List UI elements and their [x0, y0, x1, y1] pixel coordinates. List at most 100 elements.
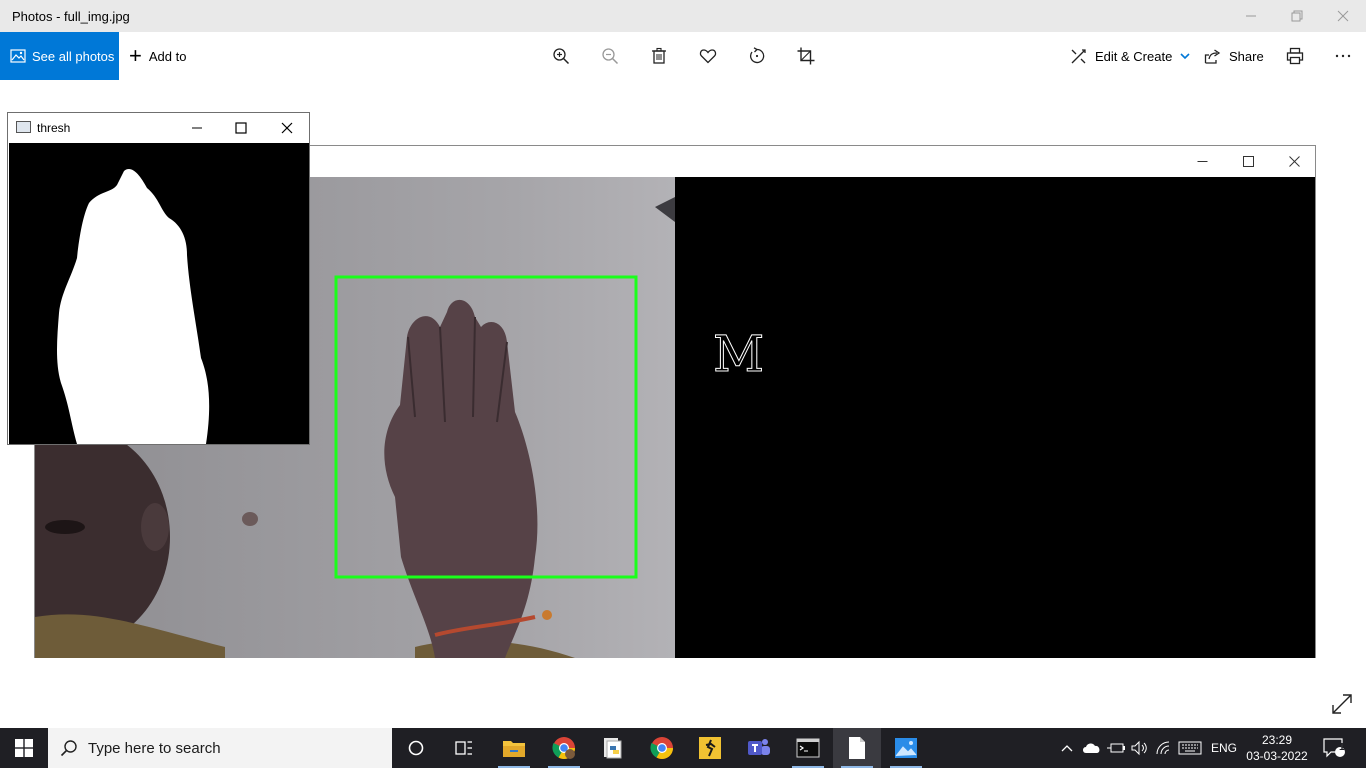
windows-logo-icon	[15, 739, 33, 757]
search-placeholder: Type here to search	[88, 739, 221, 757]
rotate-icon	[749, 47, 765, 64]
task-view-icon	[455, 741, 472, 755]
folder-icon	[503, 741, 525, 757]
taskbar-file-explorer[interactable]	[490, 728, 538, 768]
window-app-icon	[16, 121, 31, 133]
taskbar-terminal[interactable]	[784, 728, 832, 768]
restore-button[interactable]	[1274, 0, 1320, 32]
favorite-button[interactable]	[695, 43, 721, 69]
wifi-icon	[1156, 741, 1170, 755]
task-view-button[interactable]	[440, 728, 488, 768]
taskbar-photos[interactable]	[882, 728, 930, 768]
terminal-icon	[796, 738, 820, 758]
threshold-mask	[57, 168, 210, 444]
full-screen-button[interactable]	[1330, 692, 1354, 716]
minimize-icon	[1197, 161, 1207, 162]
more-options-button[interactable]	[1330, 43, 1356, 69]
minimize-button[interactable]	[1228, 0, 1274, 32]
taskbar-chrome[interactable]	[638, 728, 686, 768]
zoom-out-button[interactable]	[597, 43, 623, 69]
prediction-panel: M	[675, 177, 1315, 658]
image-window-close	[1271, 146, 1317, 177]
add-to-button[interactable]: + Add to	[129, 32, 186, 80]
onedrive-tray[interactable]	[1080, 728, 1104, 768]
taskbar: Type here to search ENG 23:29 03-03-2022…	[0, 728, 1366, 768]
crop-button[interactable]	[793, 43, 819, 69]
close-button[interactable]	[1320, 0, 1366, 32]
crop-icon	[797, 47, 815, 65]
edit-create-icon	[1071, 48, 1086, 63]
restore-icon	[1291, 10, 1303, 22]
volume-tray[interactable]	[1128, 728, 1152, 768]
notification-badge: 1	[1339, 742, 1345, 753]
thresh-close-button[interactable]	[272, 116, 302, 140]
chevron-up-icon	[1061, 745, 1073, 752]
system-clock[interactable]: 23:29 03-03-2022	[1242, 732, 1312, 764]
start-button[interactable]	[0, 728, 48, 768]
image-window-maximize	[1225, 146, 1271, 177]
more-icon	[1335, 54, 1351, 58]
edit-create-button[interactable]: Edit & Create	[1070, 32, 1190, 80]
taskbar-teams[interactable]	[735, 728, 783, 768]
chrome-icon	[552, 737, 575, 759]
close-icon	[1337, 10, 1349, 22]
see-all-photos-label: See all photos	[32, 48, 115, 64]
thresh-titlebar[interactable]: thresh	[8, 113, 309, 143]
minimize-icon	[192, 127, 202, 129]
cortana-icon	[408, 740, 424, 756]
title-bar: Photos - full_img.jpg	[0, 0, 1366, 32]
speaker-icon	[1131, 740, 1147, 756]
battery-plug-icon	[1107, 743, 1125, 753]
taskbar-chrome-profile[interactable]	[540, 728, 588, 768]
maximize-icon	[1242, 156, 1254, 167]
zoom-in-button[interactable]	[548, 43, 574, 69]
zoom-in-icon	[553, 48, 570, 65]
touch-keyboard-tray[interactable]	[1176, 728, 1204, 768]
thresh-window[interactable]: thresh	[7, 112, 310, 445]
edit-create-label: Edit & Create	[1095, 48, 1173, 64]
printer-icon	[1286, 47, 1304, 65]
search-icon	[60, 740, 77, 757]
share-icon	[1204, 48, 1221, 64]
input-language[interactable]: ENG	[1206, 728, 1242, 768]
trash-icon	[652, 47, 666, 64]
document-icon	[849, 737, 865, 759]
chrome-icon	[650, 737, 673, 759]
photos-toolbar: See all photos + Add to Edit & Create Sh…	[0, 32, 1366, 80]
heart-icon	[699, 49, 717, 64]
taskbar-app-runner[interactable]	[686, 728, 734, 768]
taskbar-search-box[interactable]: Type here to search	[48, 728, 392, 768]
runner-app-icon	[699, 737, 721, 759]
expand-icon	[1332, 694, 1352, 714]
rotate-button[interactable]	[744, 43, 770, 69]
python-icon	[604, 738, 622, 759]
share-button[interactable]: Share	[1204, 32, 1264, 80]
battery-tray[interactable]	[1104, 728, 1128, 768]
print-button[interactable]	[1282, 43, 1308, 69]
thresh-image	[9, 143, 309, 444]
see-all-photos-button[interactable]: See all photos	[0, 32, 119, 80]
thresh-maximize-button[interactable]	[226, 116, 256, 140]
minimize-icon	[1246, 15, 1256, 17]
language-label: ENG	[1210, 741, 1237, 755]
thresh-minimize-button[interactable]	[182, 116, 212, 140]
close-icon	[281, 122, 293, 134]
network-tray[interactable]	[1152, 728, 1176, 768]
taskbar-notepad[interactable]	[833, 728, 881, 768]
clock-time: 23:29	[1261, 733, 1293, 747]
action-center-button[interactable]: 1	[1316, 728, 1352, 768]
teams-icon	[748, 739, 770, 755]
thresh-title: thresh	[37, 121, 71, 135]
keyboard-icon	[1178, 741, 1202, 755]
taskbar-python[interactable]	[589, 728, 637, 768]
delete-button[interactable]	[646, 43, 672, 69]
show-hidden-icons-button[interactable]	[1056, 728, 1078, 768]
add-to-label: Add to	[148, 48, 187, 64]
photos-icon	[895, 738, 917, 758]
cortana-button[interactable]	[392, 728, 440, 768]
image-window-minimize	[1179, 146, 1225, 177]
predicted-letter: M	[712, 325, 766, 384]
cloud-icon	[1083, 743, 1100, 753]
plus-icon: +	[129, 43, 142, 68]
photos-icon	[10, 49, 26, 63]
